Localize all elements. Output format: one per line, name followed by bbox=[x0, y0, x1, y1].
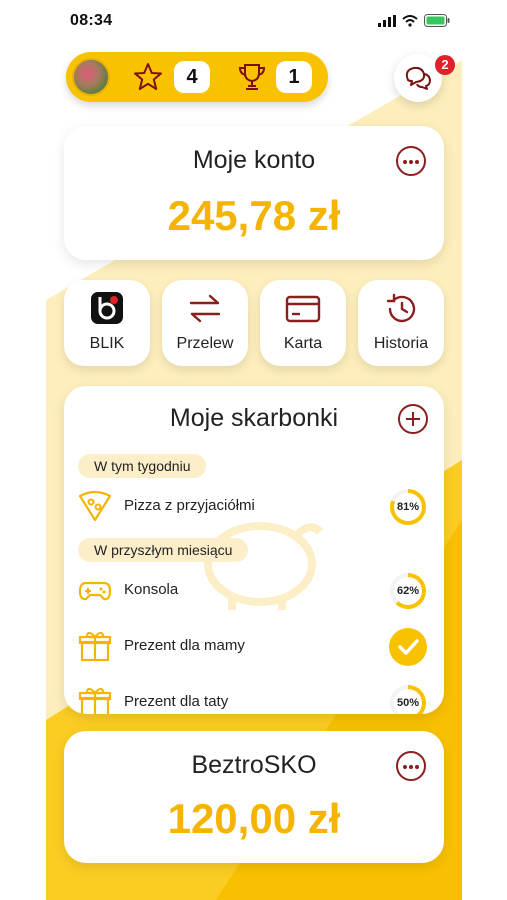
completed-check bbox=[389, 628, 427, 666]
avatar[interactable] bbox=[72, 58, 110, 96]
pizza-icon bbox=[78, 490, 112, 522]
section-label-this-week: W tym tygodniu bbox=[78, 454, 207, 478]
star-icon bbox=[134, 63, 162, 90]
card-icon bbox=[285, 295, 321, 323]
piggy-item-name: Prezent dla taty bbox=[124, 693, 229, 710]
status-bar: 08:34 bbox=[46, 0, 462, 46]
gamepad-icon bbox=[78, 581, 112, 601]
piggy-item-console[interactable]: Konsola 62% bbox=[78, 570, 430, 610]
piggy-item-name: Konsola bbox=[124, 581, 179, 598]
blik-icon bbox=[91, 292, 123, 324]
account-title: Moje konto bbox=[192, 146, 316, 174]
history-icon bbox=[386, 293, 416, 323]
section-label-next-month: W przyszłym miesiącu bbox=[78, 538, 249, 562]
rewards-pill[interactable]: 4 1 bbox=[66, 52, 328, 102]
trophies-count: 1 bbox=[276, 61, 312, 93]
trophy-icon bbox=[238, 64, 266, 90]
piggy-item-gift-mom[interactable]: Prezent dla mamy bbox=[78, 626, 430, 666]
beztrosko-more-button[interactable] bbox=[396, 751, 426, 781]
quick-action-label: BLIK bbox=[89, 335, 125, 352]
piggy-banks-title: Moje skarbonki bbox=[169, 404, 339, 432]
beztrosko-card[interactable]: BeztroSKO 120,00 zł bbox=[64, 731, 444, 863]
quick-action-label: Karta bbox=[283, 335, 323, 352]
gift-icon bbox=[78, 687, 112, 714]
quick-action-label: Historia bbox=[373, 335, 429, 352]
transfer-arrows-icon bbox=[189, 294, 221, 323]
battery-icon bbox=[424, 14, 450, 27]
quick-action-history[interactable]: Historia bbox=[358, 280, 444, 366]
checkmark-icon bbox=[398, 639, 419, 655]
account-balance: 245,78 zł bbox=[167, 192, 341, 239]
piggy-item-gift-dad[interactable]: Prezent dla taty 50% bbox=[78, 682, 430, 714]
beztrosko-balance: 120,00 zł bbox=[167, 795, 341, 842]
quick-action-card[interactable]: Karta bbox=[260, 280, 346, 366]
account-more-button[interactable] bbox=[396, 146, 426, 176]
add-piggy-bank-button[interactable] bbox=[398, 404, 428, 434]
piggy-item-name: Prezent dla mamy bbox=[124, 637, 245, 654]
status-time: 08:34 bbox=[70, 12, 113, 29]
signal-icon bbox=[378, 14, 396, 27]
quick-action-transfer[interactable]: Przelew bbox=[162, 280, 248, 366]
progress-label: 62% bbox=[396, 585, 420, 597]
notification-badge: 2 bbox=[435, 55, 455, 75]
piggy-banks-card: Moje skarbonki W tym tygodniu Pizza z pr… bbox=[64, 386, 444, 714]
progress-label: 50% bbox=[396, 697, 420, 709]
quick-action-label: Przelew bbox=[176, 335, 234, 352]
beztrosko-title: BeztroSKO bbox=[191, 751, 317, 779]
progress-label: 81% bbox=[396, 501, 420, 513]
account-card[interactable]: Moje konto 245,78 zł bbox=[64, 126, 444, 260]
status-icons bbox=[378, 14, 450, 27]
piggy-item-pizza[interactable]: Pizza z przyjaciółmi 81% bbox=[78, 486, 430, 526]
gift-icon bbox=[78, 631, 112, 662]
wifi-icon bbox=[402, 14, 418, 27]
phone-screen: 08:34 4 1 2 Moje konto 245,78 zł BLIK Pr… bbox=[46, 0, 462, 900]
stars-count: 4 bbox=[174, 61, 210, 93]
piggy-item-name: Pizza z przyjaciółmi bbox=[124, 497, 255, 514]
quick-action-blik[interactable]: BLIK bbox=[64, 280, 150, 366]
